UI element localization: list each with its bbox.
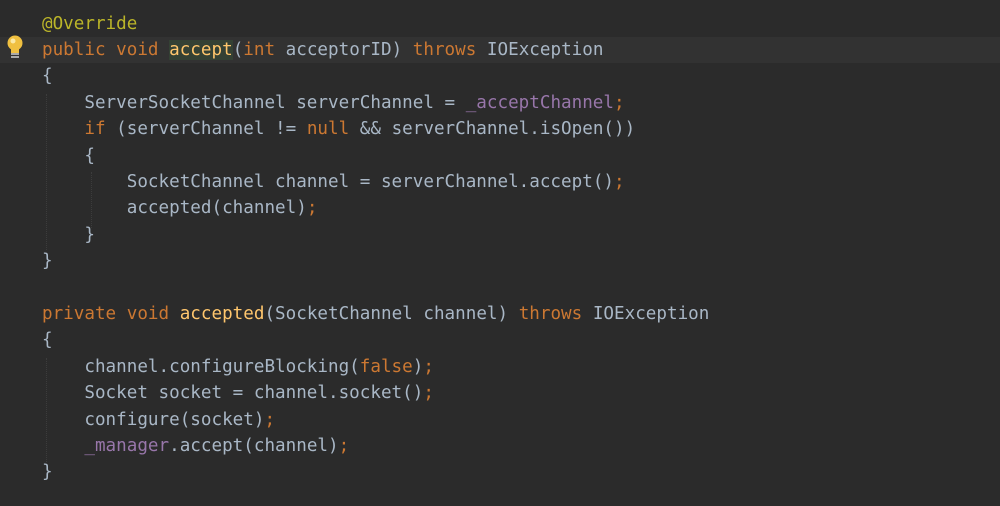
code-line[interactable]: public void accept(int acceptorID) throw…: [0, 37, 1000, 64]
code-text: }: [42, 459, 53, 485]
code-text: {: [42, 143, 95, 169]
code-token: {: [42, 330, 53, 351]
code-token: public: [42, 40, 106, 60]
code-token: .accept(channel): [169, 436, 339, 456]
code-text: }: [42, 222, 95, 248]
code-line[interactable]: SocketChannel channel = serverChannel.ac…: [0, 169, 1000, 195]
code-token: SocketChannel channel = serverChannel.: [42, 172, 530, 192]
code-token: ;: [423, 356, 434, 377]
code-token: }: [42, 462, 53, 483]
code-line[interactable]: @Override: [0, 11, 1000, 37]
code-token: (SocketChannel channel): [264, 304, 519, 324]
code-line[interactable]: {: [0, 327, 1000, 353]
code-text: }: [42, 248, 53, 274]
code-token: (serverChannel !=: [105, 119, 307, 140]
code-token: private: [42, 304, 117, 324]
code-token: accept: [529, 172, 593, 192]
code-token: && serverChannel.isOpen()): [349, 119, 636, 140]
code-token: ;: [306, 198, 318, 219]
code-line[interactable]: private void accepted(SocketChannel chan…: [0, 301, 1000, 327]
code-text: @Override: [42, 11, 137, 37]
code-token: {: [42, 66, 53, 87]
code-token: acceptorID): [275, 40, 413, 60]
code-token: _manager: [84, 436, 170, 456]
code-line[interactable]: {: [0, 143, 1000, 169]
code-token: void: [126, 304, 170, 324]
code-token: ;: [264, 409, 276, 430]
code-text: accepted(channel);: [42, 195, 318, 221]
code-token: IOException: [476, 40, 604, 60]
code-token: ;: [338, 436, 350, 456]
indent-guide: [46, 358, 47, 462]
code-token: configure(socket): [42, 409, 265, 430]
code-text: ServerSocketChannel serverChannel = _acc…: [42, 90, 625, 116]
indent-guide: [91, 172, 92, 228]
code-line[interactable]: configure(socket);: [0, 407, 1000, 433]
code-token: IOException: [582, 304, 710, 324]
code-token: accepted: [179, 304, 265, 324]
code-token: }: [42, 224, 95, 245]
code-token: false: [359, 356, 413, 377]
code-token: ;: [614, 92, 625, 113]
code-text: private void accepted(SocketChannel chan…: [42, 301, 709, 327]
code-line[interactable]: ServerSocketChannel serverChannel = _acc…: [0, 90, 1000, 116]
code-line[interactable]: _manager.accept(channel);: [0, 433, 1000, 459]
code-token: (: [232, 40, 244, 60]
code-text: _manager.accept(channel);: [42, 433, 349, 459]
code-token: _acceptChannel: [465, 92, 614, 113]
code-text: SocketChannel channel = serverChannel.ac…: [42, 169, 625, 195]
code-token: int: [243, 40, 276, 60]
indent-guide: [46, 94, 47, 250]
code-token: @Override: [42, 13, 138, 34]
code-token: {: [42, 145, 95, 166]
code-line[interactable]: {: [0, 63, 1000, 89]
code-token: ServerSocketChannel serverChannel =: [42, 92, 466, 113]
code-line[interactable]: }: [0, 459, 1000, 485]
code-token: }: [42, 251, 53, 272]
code-line[interactable]: if (serverChannel != null && serverChann…: [0, 116, 1000, 142]
code-token: throws: [412, 40, 477, 60]
code-token: accept: [169, 40, 233, 60]
code-token: if: [84, 119, 106, 140]
code-line[interactable]: }: [0, 222, 1000, 248]
code-token: void: [116, 40, 159, 60]
code-text: {: [42, 63, 53, 89]
code-token: Socket socket = channel.socket(): [42, 383, 424, 404]
code-token: ;: [614, 172, 625, 192]
code-line[interactable]: accepted(channel);: [0, 195, 1000, 221]
code-text: configure(socket);: [42, 407, 275, 433]
code-line[interactable]: channel.configureBlocking(false);: [0, 354, 1000, 380]
code-text: Socket socket = channel.socket();: [42, 380, 434, 406]
code-text: {: [42, 327, 53, 353]
code-line[interactable]: [0, 275, 1000, 301]
code-editor[interactable]: @Override public void accept(int acceptor…: [0, 0, 1000, 506]
code-text: if (serverChannel != null && serverChann…: [42, 116, 635, 142]
code-text: public void accept(int acceptorID) throw…: [42, 37, 603, 63]
code-token: null: [306, 119, 350, 140]
lightbulb-icon[interactable]: [4, 34, 26, 60]
code-token: accepted(channel): [42, 198, 307, 219]
code-token: throws: [518, 304, 583, 324]
code-token: (): [592, 172, 614, 192]
code-line[interactable]: }: [0, 248, 1000, 274]
code-token: ): [412, 356, 424, 377]
code-text: channel.configureBlocking(false);: [42, 354, 434, 380]
code-line[interactable]: Socket socket = channel.socket();: [0, 380, 1000, 406]
code-token: channel.configureBlocking(: [42, 356, 360, 377]
code-token: ;: [423, 383, 434, 404]
